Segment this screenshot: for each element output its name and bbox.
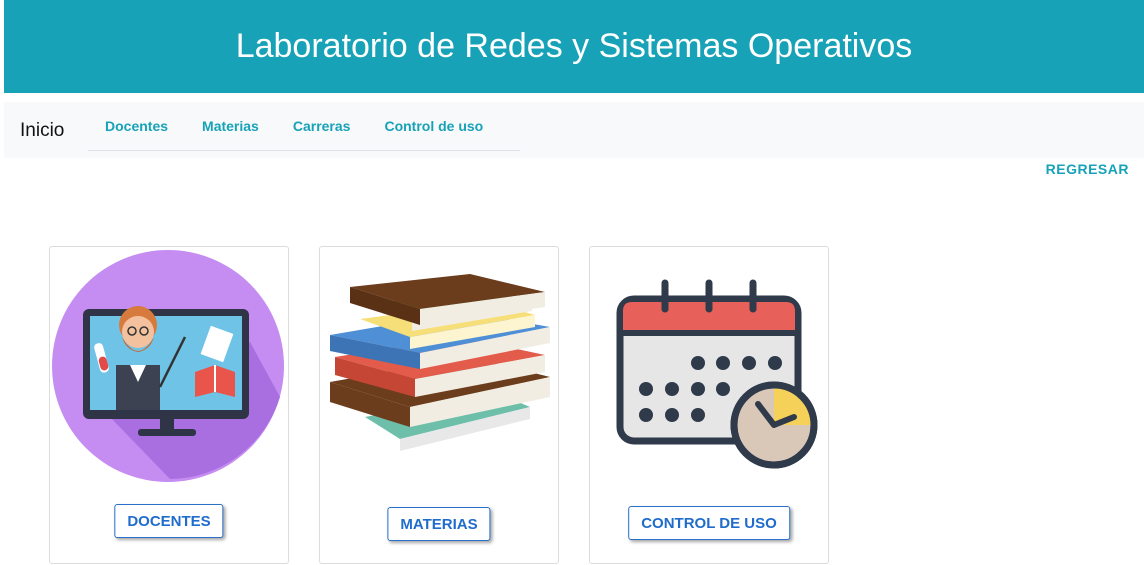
nav-links: Docentes Materias Carreras Control de us… <box>88 102 520 151</box>
navbar: Inicio Docentes Materias Carreras Contro… <box>4 102 1144 158</box>
book-stack-illustration <box>330 274 550 451</box>
header-banner: Laboratorio de Redes y Sistemas Operativ… <box>4 0 1144 93</box>
page-title: Laboratorio de Redes y Sistemas Operativ… <box>235 27 913 65</box>
nav-link-control-de-uso[interactable]: Control de uso <box>384 118 483 134</box>
card-docentes: DOCENTES <box>49 246 289 564</box>
control-de-uso-button[interactable]: CONTROL DE USO <box>628 506 790 540</box>
calendar-clock-icon <box>616 279 818 469</box>
teacher-monitor-illustration <box>52 250 284 482</box>
materias-button[interactable]: MATERIAS <box>387 507 491 541</box>
docentes-button[interactable]: DOCENTES <box>114 504 224 538</box>
nav-link-carreras[interactable]: Carreras <box>293 118 351 134</box>
nav-link-materias[interactable]: Materias <box>202 118 259 134</box>
card-control-de-uso: CONTROL DE USO <box>589 246 829 564</box>
navbar-brand[interactable]: Inicio <box>20 120 64 142</box>
back-link[interactable]: REGRESAR <box>1046 161 1129 177</box>
card-materias: MATERIAS <box>319 246 559 564</box>
nav-link-docentes[interactable]: Docentes <box>105 118 168 134</box>
